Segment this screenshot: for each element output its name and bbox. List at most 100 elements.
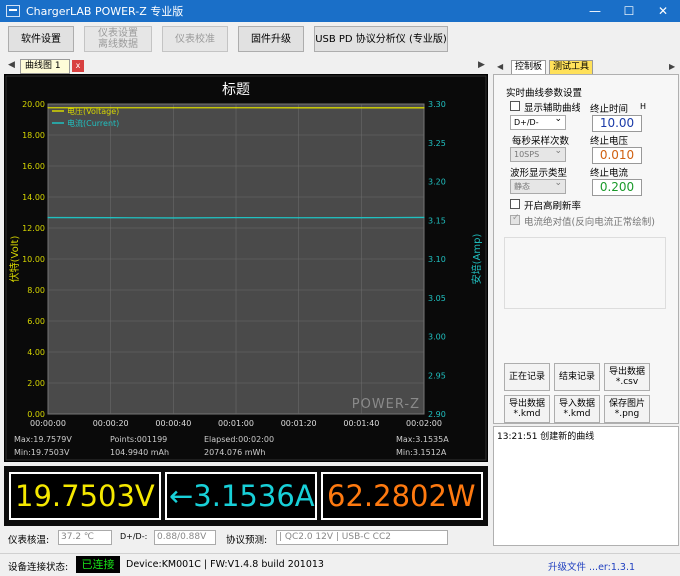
stat-min-current: Min:3.1512A: [396, 448, 447, 457]
device-info: Device:KM001C | FW:V1.4.8 build 201013: [126, 559, 324, 570]
control-board: 实时曲线参数设置 显示辅助曲线 D+/D- 每秒采样次数 10SPS 波形显示类…: [493, 74, 679, 424]
temp-label: 仪表核温:: [8, 535, 50, 546]
panel-right-arrow-icon[interactable]: ▶: [669, 62, 675, 71]
recording-button[interactable]: 正在记录: [504, 363, 550, 391]
y-tick-label: 20.00: [22, 100, 45, 109]
chart-tab-strip: ◀ 曲线图 1 x ▶: [0, 58, 490, 74]
power-readout: 62.2802W: [321, 472, 483, 520]
chart-panel: 标题 00:00:00 00:00:20 00:00:40 00:01:00 00:01:…: [4, 74, 488, 462]
x-tick-label: 00:01:40: [343, 419, 379, 428]
tab-test-tools[interactable]: 测试工具: [549, 60, 594, 75]
export-csv-button[interactable]: 导出数据 *.csv: [604, 363, 650, 391]
save-png-button[interactable]: 保存图片 *.png: [604, 395, 650, 423]
series-point-2: [235, 217, 237, 219]
show-aux-checkbox[interactable]: [510, 101, 520, 111]
x-tick-label: 00:00:00: [30, 419, 66, 428]
maximize-button[interactable]: ☐: [612, 0, 646, 22]
y2-tick-label: 3.15: [428, 216, 446, 225]
x-tick-label: 00:00:20: [93, 419, 129, 428]
log-area[interactable]: 13:21:51 创建新的曲线: [493, 426, 679, 546]
y2-tick-label: 3.05: [428, 294, 446, 303]
export-kmd-button[interactable]: 导出数据 *.kmd: [504, 395, 550, 423]
x-tick-label: 00:01:00: [218, 419, 254, 428]
high-refresh-checkbox[interactable]: [510, 199, 520, 209]
x-tick-label: 00:00:40: [155, 419, 191, 428]
high-refresh-label: 开启高刷新率: [524, 201, 582, 212]
y-tick-label: 10.00: [22, 255, 45, 264]
stop-recording-button[interactable]: 结束记录: [554, 363, 600, 391]
y2-tick-label: 3.00: [428, 333, 446, 342]
protocol-label: 协议预测:: [226, 535, 268, 546]
y2-tick-label: 3.10: [428, 255, 446, 264]
tab-left-arrow-icon[interactable]: ◀: [8, 60, 15, 70]
tab-close-icon[interactable]: x: [72, 60, 84, 72]
y-tick-label: 4.00: [27, 348, 45, 357]
y-tick-label: 6.00: [27, 317, 45, 326]
tab-chart-1[interactable]: 曲线图 1: [20, 59, 70, 74]
end-current-input[interactable]: 0.200: [592, 179, 642, 196]
panel-left-arrow-icon[interactable]: ◀: [497, 62, 503, 71]
readout-panel: 19.7503V ←3.1536A 62.2802W: [4, 466, 488, 526]
stat-min-voltage: Min:19.7503V: [14, 448, 70, 457]
end-voltage-input[interactable]: 0.010: [592, 147, 642, 164]
status-bar: 设备连接状态: 已连接 Device:KM001C | FW:V1.4.8 bu…: [0, 553, 680, 576]
tab-control-board[interactable]: 控制板: [511, 60, 547, 75]
app-icon: [6, 5, 20, 17]
voltage-readout: 19.7503V: [9, 472, 161, 520]
firmware-upgrade-button[interactable]: 固件升级: [238, 26, 304, 52]
series-point-1: [360, 107, 362, 109]
stat-mwh: 2074.076 mWh: [204, 448, 266, 457]
end-time-input[interactable]: 10.00: [592, 115, 642, 132]
title-bar: ChargerLAB POWER-Z 专业版 — ☐ ✕: [0, 0, 680, 22]
abs-current-checkbox[interactable]: ✓: [510, 213, 520, 225]
end-time-unit: H: [640, 102, 647, 111]
y-tick-label: 18.00: [22, 131, 45, 140]
y-tick-label: 14.00: [22, 193, 45, 202]
series-point-1: [423, 107, 425, 109]
y2-tick-label: 3.30: [428, 100, 446, 109]
stat-elapsed: Elapsed:00:02:00: [204, 435, 274, 444]
series-point-2: [110, 217, 112, 219]
sample-select[interactable]: 10SPS: [510, 145, 566, 162]
pd-analyzer-button[interactable]: USB PD 协议分析仪 (专业版): [314, 26, 448, 52]
y2-axis-label: 安培(Amp): [470, 234, 483, 285]
upgrade-file-link[interactable]: 升级文件 ...er:1.3.1: [548, 559, 635, 573]
y2-tick-label: 3.25: [428, 139, 446, 148]
calibrate-button[interactable]: 仪表校准: [162, 26, 228, 52]
show-aux-label: 显示辅助曲线: [524, 103, 580, 114]
x-tick-label: 00:01:20: [281, 419, 317, 428]
y2-tick-label: 2.95: [428, 371, 446, 380]
series-point-2: [172, 217, 174, 219]
minimize-button[interactable]: —: [578, 0, 612, 22]
y2-tick-label: 3.20: [428, 178, 446, 187]
software-settings-button[interactable]: 软件设置: [8, 26, 74, 52]
series-point-2: [298, 217, 300, 219]
legend-label-1: 电压(Voltage): [67, 106, 119, 116]
empty-group-box: [504, 237, 666, 309]
offline-data-button[interactable]: 仪表设置 离线数据: [84, 26, 152, 52]
series-point-1: [172, 107, 174, 109]
chart-svg: 标题 00:00:00 00:00:20 00:00:40 00:01:00 00:01:…: [4, 74, 488, 462]
tab-right-arrow-icon[interactable]: ▶: [478, 60, 485, 70]
y-tick-label: 8.00: [27, 286, 45, 295]
stat-mah: 104.9940 mAh: [110, 448, 169, 457]
stat-max-voltage: Max:19.7579V: [14, 435, 72, 444]
dpdm-select[interactable]: D+/D-: [510, 113, 566, 130]
log-line: 13:21:51 创建新的曲线: [497, 432, 595, 442]
right-panel: ◀ 控制板 测试工具 ▶ 实时曲线参数设置 显示辅助曲线 D+/D- 每秒采样次…: [493, 58, 679, 548]
series-point-2: [423, 216, 425, 219]
x-tick-label: 00:02:00: [406, 419, 442, 428]
y2-tick-label: 2.90: [428, 410, 446, 419]
protocol-value: | QC2.0 12V | USB-C CC2: [276, 530, 448, 545]
y-tick-label: 12.00: [22, 224, 45, 233]
series-point-1: [235, 107, 237, 109]
temp-value: 37.2 ℃: [58, 530, 112, 545]
wave-select[interactable]: 静态: [510, 177, 566, 194]
abs-current-label: 电流绝对值(反向电流正常绘制): [524, 217, 655, 228]
end-current-label: 终止电流: [590, 168, 629, 179]
import-kmd-button[interactable]: 导入数据 *.kmd: [554, 395, 600, 423]
series-point-2: [47, 216, 49, 219]
series-point-2: [360, 217, 362, 219]
watermark-logo: POWER-Z: [352, 397, 420, 412]
close-button[interactable]: ✕: [646, 0, 680, 22]
